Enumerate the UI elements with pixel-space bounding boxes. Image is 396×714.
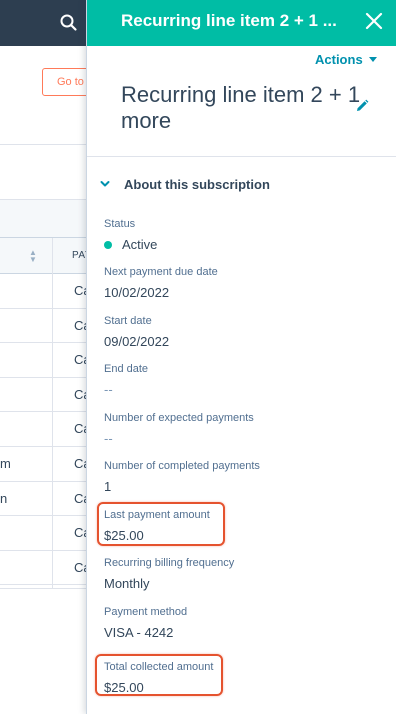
chevron-down-icon: [100, 181, 110, 187]
highlight-box-last-payment: [97, 502, 225, 546]
panel-title: Recurring line item 2 + 1 ...: [121, 11, 337, 30]
property-label: Number of completed payments: [104, 460, 260, 472]
property-status[interactable]: Status Active: [104, 217, 354, 253]
property-label: End date: [104, 363, 149, 375]
status-value: Active: [122, 237, 158, 252]
table-row[interactable]: Ca: [0, 516, 91, 551]
property-label: Payment method: [104, 606, 188, 618]
property-expected-payments[interactable]: Number of expected payments --: [104, 411, 354, 447]
table-row[interactable]: Ca: [0, 309, 91, 344]
table-row[interactable]: n Ca: [0, 482, 91, 517]
close-icon[interactable]: [363, 10, 385, 32]
pencil-icon[interactable]: [355, 99, 369, 113]
caret-down-icon: [368, 57, 377, 63]
actions-dropdown[interactable]: Actions: [315, 52, 377, 67]
property-label: Recurring billing frequency: [104, 557, 235, 569]
property-value: Active: [104, 237, 354, 253]
property-label: Start date: [104, 315, 152, 327]
record-side-panel: Recurring line item 2 + 1 ... Actions Re…: [86, 0, 396, 714]
property-payment-method[interactable]: Payment method VISA - 4242: [104, 605, 354, 641]
property-end-date[interactable]: End date --: [104, 362, 354, 398]
property-billing-frequency[interactable]: Recurring billing frequency Monthly: [104, 556, 354, 592]
divider: [0, 588, 90, 589]
section-title: About this subscription: [124, 177, 270, 192]
table-row[interactable]: Ca: [0, 274, 91, 309]
property-value: --: [104, 382, 113, 397]
search-icon[interactable]: [58, 12, 80, 34]
property-value: Monthly: [104, 576, 150, 591]
go-to-button[interactable]: Go to: [42, 68, 92, 96]
table-row[interactable]: Ca: [0, 412, 91, 447]
divider: [87, 156, 396, 157]
property-value: --: [104, 431, 113, 446]
property-value: VISA - 4242: [104, 625, 174, 640]
property-completed-payments[interactable]: Number of completed payments 1: [104, 459, 354, 495]
status-dot-icon: [104, 241, 112, 249]
actions-label: Actions: [315, 52, 363, 67]
property-label: Number of expected payments: [104, 412, 254, 424]
divider: [0, 144, 90, 145]
property-value: 1: [104, 479, 112, 494]
table-row[interactable]: m Ca: [0, 447, 91, 482]
panel-header: Recurring line item 2 + 1 ...: [87, 0, 396, 46]
property-label: Status: [104, 218, 136, 230]
property-start-date[interactable]: Start date 09/02/2022: [104, 314, 354, 350]
table-row[interactable]: Ca: [0, 551, 91, 586]
property-value: 09/02/2022: [104, 334, 170, 349]
table-row[interactable]: Ca: [0, 343, 91, 378]
record-name: Recurring line item 2 + 1 more: [121, 82, 361, 133]
property-value: 10/02/2022: [104, 285, 170, 300]
table-toolbar: [0, 200, 90, 238]
sort-icon[interactable]: ▲ ▼: [29, 249, 37, 264]
highlight-box-total-collected: [95, 654, 223, 696]
property-next-payment-due-date[interactable]: Next payment due date 10/02/2022: [104, 265, 354, 301]
background-table: ▲ ▼ PAY Ca Ca Ca Ca Ca m Ca n Ca Ca Ca: [0, 200, 92, 588]
property-label: Next payment due date: [104, 266, 218, 278]
table-row[interactable]: Ca: [0, 378, 91, 413]
